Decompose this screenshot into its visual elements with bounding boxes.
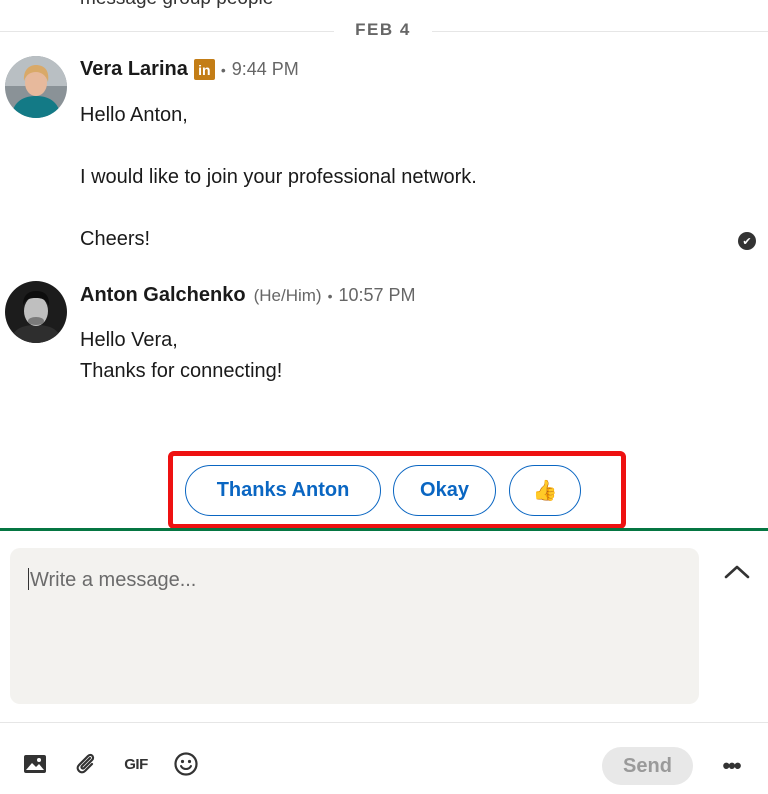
check-circle-icon: ✔: [738, 232, 756, 250]
toolbar-divider: [0, 722, 768, 723]
linkedin-badge-icon: in: [193, 59, 215, 80]
emoji-icon[interactable]: [172, 750, 200, 778]
previous-message-fragment: message group people: [0, 0, 768, 8]
avatar-vera[interactable]: [5, 56, 67, 118]
separator-dot: •: [327, 287, 333, 304]
chevron-up-icon[interactable]: [722, 560, 752, 584]
pronouns: (He/Him): [253, 285, 322, 305]
message-header-anton: Anton Galchenko (He/Him) • 10:57 PM: [80, 284, 416, 307]
avatar-anton[interactable]: [5, 281, 67, 343]
text-caret: [28, 568, 29, 590]
message-placeholder: Write a message...: [30, 569, 197, 591]
more-options-icon[interactable]: •••: [716, 753, 746, 779]
paperclip-icon[interactable]: [72, 750, 100, 778]
message-text-line: Cheers!: [80, 228, 151, 250]
message-text-line: I would like to join your professional n…: [80, 166, 477, 188]
message-input[interactable]: Write a message...: [10, 548, 699, 704]
message-text-line: Thanks for connecting!: [80, 360, 283, 382]
date-label: FEB 4: [355, 20, 411, 39]
separator-dot: •: [220, 61, 226, 78]
timestamp: 10:57 PM: [338, 285, 416, 305]
message-header-vera: Vera Larina in • 9:44 PM: [80, 58, 299, 81]
gif-icon[interactable]: GIF: [122, 750, 150, 778]
suggested-reply-thanks-anton[interactable]: Thanks Anton: [185, 465, 381, 516]
suggested-reply-okay[interactable]: Okay: [393, 465, 496, 516]
message-text-line: Hello Anton,: [80, 104, 188, 126]
timestamp: 9:44 PM: [231, 59, 299, 79]
composer-focus-border: [0, 528, 768, 531]
image-icon[interactable]: [21, 750, 49, 778]
suggested-reply-thumbs-up[interactable]: 👍: [509, 465, 581, 516]
sender-name[interactable]: Vera Larina: [80, 58, 188, 81]
sender-name[interactable]: Anton Galchenko: [80, 284, 246, 307]
send-button[interactable]: Send: [602, 747, 693, 785]
message-text-line: Hello Vera,: [80, 329, 178, 351]
date-divider: FEB 4: [0, 18, 768, 46]
gif-label: GIF: [124, 755, 148, 773]
